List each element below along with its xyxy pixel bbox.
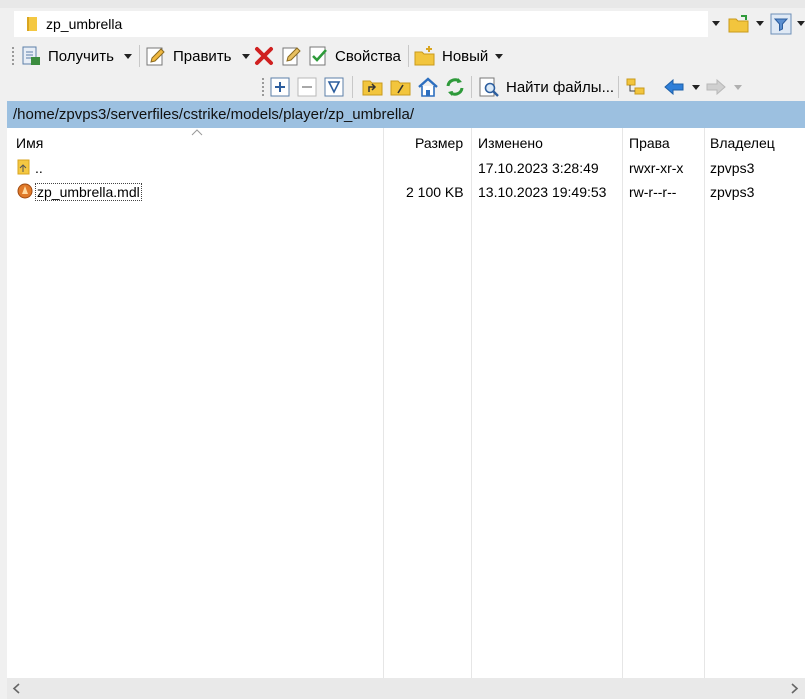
find-files-button[interactable]: Найти файлы... — [478, 75, 614, 99]
edit-label: Править — [173, 47, 232, 65]
toolbar-grip[interactable] — [12, 47, 16, 65]
column-separator — [471, 128, 472, 678]
download-dropdown-icon[interactable] — [123, 53, 132, 59]
column-separator — [704, 128, 705, 678]
column-header-size[interactable]: Размер — [415, 135, 463, 151]
directory-combo[interactable]: zp_umbrella — [14, 11, 708, 37]
mdl-file-icon — [17, 183, 33, 199]
new-button[interactable]: Новый — [414, 44, 504, 68]
window-top-strip — [0, 0, 805, 8]
download-icon — [20, 45, 42, 67]
edit-dropdown-icon[interactable] — [241, 53, 250, 59]
directory-combo-dropdown-icon[interactable] — [712, 21, 720, 26]
find-files-icon — [478, 76, 500, 98]
toolbar-separator — [408, 45, 409, 67]
file-rights: rw-r--r-- — [629, 184, 677, 200]
scroll-left-icon[interactable] — [12, 683, 20, 694]
properties-label: Свойства — [335, 47, 401, 65]
expand-icon[interactable] — [270, 77, 290, 97]
back-arrow-icon[interactable] — [663, 79, 685, 95]
download-label: Получить — [48, 47, 114, 65]
horizontal-scrollbar[interactable] — [7, 678, 805, 699]
properties-button[interactable]: Свойства — [308, 44, 401, 68]
find-files-label: Найти файлы... — [506, 78, 615, 96]
rename-icon[interactable] — [281, 45, 303, 67]
tree-view-icon[interactable] — [625, 77, 647, 97]
current-path-bar: /home/zpvps3/serverfiles/cstrike/models/… — [7, 101, 805, 128]
column-separator — [383, 128, 384, 678]
directory-combo-value: zp_umbrella — [46, 16, 123, 32]
forward-dropdown-icon[interactable] — [734, 85, 742, 90]
file-modified: 13.10.2023 19:49:53 — [478, 184, 607, 200]
filter-icon[interactable] — [770, 13, 792, 35]
sort-ascending-icon — [191, 129, 203, 136]
filter-dropdown-icon[interactable] — [797, 21, 805, 26]
back-dropdown-icon[interactable] — [692, 85, 700, 90]
table-row[interactable]: zp_umbrella.mdl 2 100 KB 13.10.2023 19:4… — [7, 181, 805, 203]
file-modified: 17.10.2023 3:28:49 — [478, 160, 599, 176]
download-button[interactable]: Получить — [20, 44, 132, 68]
collapse-icon[interactable] — [297, 77, 317, 97]
file-list[interactable]: Имя Размер Изменено Права Владелец .. 17… — [7, 128, 805, 678]
toolbar-separator — [618, 76, 619, 98]
column-header-rights[interactable]: Права — [629, 135, 670, 151]
parent-directory-icon[interactable] — [362, 77, 384, 97]
column-separator — [622, 128, 623, 678]
file-name: zp_umbrella.mdl — [35, 183, 142, 201]
new-folder-icon — [414, 45, 436, 67]
file-rights: rwxr-xr-x — [629, 160, 684, 176]
filter-select-icon[interactable] — [324, 77, 344, 97]
file-owner: zpvps3 — [710, 184, 755, 200]
edit-icon — [145, 45, 167, 67]
edit-button[interactable]: Править — [145, 44, 250, 68]
file-name: .. — [35, 160, 43, 176]
current-path-text: /home/zpvps3/serverfiles/cstrike/models/… — [13, 106, 414, 123]
open-directory-dropdown-icon[interactable] — [756, 21, 764, 26]
column-header-name[interactable]: Имя — [16, 135, 43, 151]
new-label: Новый — [442, 47, 489, 65]
root-directory-icon[interactable] — [390, 77, 412, 97]
toolbar-separator — [471, 76, 472, 98]
column-header-owner[interactable]: Владелец — [710, 135, 775, 151]
open-directory-icon[interactable] — [728, 14, 750, 34]
toolbar-separator — [352, 76, 353, 98]
table-row[interactable]: .. 17.10.2023 3:28:49 rwxr-xr-x zpvps3 — [7, 157, 805, 179]
forward-arrow-icon[interactable] — [705, 79, 727, 95]
parent-folder-icon — [17, 159, 31, 175]
column-header-modified[interactable]: Изменено — [478, 135, 543, 151]
new-dropdown-icon[interactable] — [495, 53, 504, 59]
file-owner: zpvps3 — [710, 160, 755, 176]
folder-icon — [27, 17, 37, 31]
delete-icon[interactable] — [254, 46, 274, 66]
toolbar-grip[interactable] — [262, 78, 266, 96]
file-size: 2 100 KB — [406, 184, 464, 200]
toolbar-separator — [139, 45, 140, 67]
refresh-icon[interactable] — [444, 76, 466, 98]
home-directory-icon[interactable] — [417, 76, 439, 98]
properties-icon — [308, 45, 330, 67]
scroll-right-icon[interactable] — [791, 683, 799, 694]
